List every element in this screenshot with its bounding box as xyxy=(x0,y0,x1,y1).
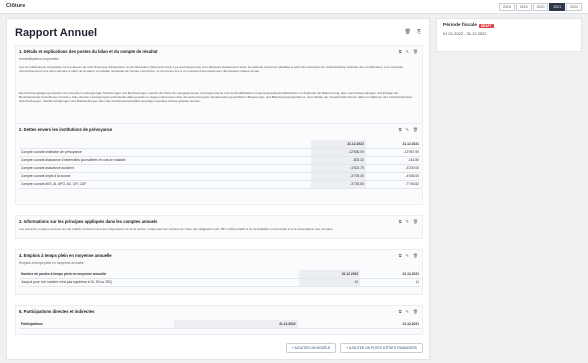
row-label: Compte courant assurance accident xyxy=(19,164,311,173)
add-financial-item-button[interactable]: + AJOUTER UN POSTE D'ÉTATS FINANCIERS xyxy=(340,343,423,353)
section-actions: ⧉ ✎ 🗑 xyxy=(399,49,418,54)
delete-icon[interactable]: 🗑 xyxy=(413,253,418,258)
section-actions: ⧉ ✎ 🗑 xyxy=(399,127,418,132)
copy-icon[interactable]: ⧉ xyxy=(399,309,402,314)
delete-icon[interactable]: 🗑 xyxy=(413,49,418,54)
fiscal-period-panel: Période fiscale DRAFT 01.01.2022 - 31.12… xyxy=(436,18,582,52)
edit-icon[interactable]: ✎ xyxy=(406,219,409,224)
section-paragraph: Les présents comptes annuels ont été éta… xyxy=(19,227,334,231)
add-model-button[interactable]: + AJOUTER UN MODÈLE xyxy=(285,343,337,353)
section-actions: ⧉ ✎ 🗑 xyxy=(399,219,418,224)
delete-icon[interactable]: 🗑 xyxy=(413,219,418,224)
section-4: 4. Emplois à temps plein en moyenne annu… xyxy=(15,249,423,295)
section-title: 4. Emplois à temps plein en moyenne annu… xyxy=(19,253,112,258)
table-row: Compte courant AVS, AI, APG, AC, CR, CAF… xyxy=(19,180,421,189)
section-title: 5. Participations directes et indirectes xyxy=(19,309,95,314)
year-tab-2018[interactable]: 2018 xyxy=(499,3,515,11)
row-value: -7'706.82 xyxy=(365,180,421,189)
section-paragraph: Die Rechnungslegung erfordert vom oberst… xyxy=(19,91,413,104)
row-value: -12'836.09 xyxy=(310,148,366,157)
delete-icon[interactable]: 🗑 xyxy=(413,309,418,314)
participations-table: Participations 31.12.2022 31.12.2021 xyxy=(19,320,421,329)
report-panel: Rapport Annuel 🗑 ⎘ 1. Détails et explica… xyxy=(6,18,430,360)
year-tab-2020[interactable]: 2020 xyxy=(532,3,549,11)
section-title: 1. Détails et explications des postes du… xyxy=(19,49,158,54)
row-value: -162.80 xyxy=(365,156,421,165)
table-header: 31.12.2022 xyxy=(299,270,361,279)
section-2: 2. Dettes envers les institutions de pré… xyxy=(15,123,423,205)
section-subtitle: Emplois à temps plein en moyenne annuell… xyxy=(19,261,84,265)
export-icon[interactable]: ⎘ xyxy=(417,29,421,35)
year-tab-2022[interactable]: 2022 xyxy=(566,3,582,11)
table-header: Nombre de postes à temps plein en moyenn… xyxy=(19,270,300,279)
row-label: Compte courant institution de prévoyance xyxy=(19,148,311,157)
status-badge: DRAFT xyxy=(478,23,494,28)
edit-icon[interactable]: ✎ xyxy=(406,49,409,54)
table-row: Compte courant impôt à la source -3'705.4… xyxy=(19,172,421,181)
app-title: Clôture xyxy=(6,3,26,9)
section-title: 2. Dettes envers les institutions de pré… xyxy=(19,127,113,132)
row-label: Compte courant impôt à la source xyxy=(19,172,311,181)
table-header-row: 31.12.2022 31.12.2021 xyxy=(19,140,421,149)
section-paragraph: Les immobilisations corporelles sont éva… xyxy=(19,65,403,74)
top-bar: Clôture 2018 2019 2020 2021 2022 xyxy=(0,0,588,14)
row-value: -12'957.90 xyxy=(365,148,421,157)
row-label: Compte courant AVS, AI, APG, AC, CR, CAF xyxy=(19,180,311,189)
copy-icon[interactable]: ⧉ xyxy=(399,219,402,224)
section-title: 3. Informations sur les principes appliq… xyxy=(19,219,158,224)
table-header: 31.12.2022 xyxy=(310,140,366,149)
table-header: Participations xyxy=(19,320,175,329)
table-header-row: Nombre de postes à temps plein en moyenn… xyxy=(19,270,421,279)
table-row: Compte courant institution de prévoyance… xyxy=(19,148,421,157)
edit-icon[interactable]: ✎ xyxy=(406,253,409,258)
pension-debts-table: 31.12.2022 31.12.2021 Compte courant ins… xyxy=(19,140,421,189)
copy-icon[interactable]: ⧉ xyxy=(399,49,402,54)
report-actions: 🗑 ⎘ xyxy=(405,29,421,35)
fte-table: Nombre de postes à temps plein en moyenn… xyxy=(19,270,421,287)
year-tab-2019[interactable]: 2019 xyxy=(515,3,532,11)
section-actions: ⧉ ✎ 🗑 xyxy=(399,253,418,258)
edit-icon[interactable]: ✎ xyxy=(406,309,409,314)
section-actions: ⧉ ✎ 🗑 xyxy=(399,309,418,314)
add-actions: + AJOUTER UN MODÈLE + AJOUTER UN POSTE D… xyxy=(285,343,423,353)
table-header xyxy=(19,140,311,149)
section-1: 1. Détails et explications des postes du… xyxy=(15,45,423,131)
delete-icon[interactable]: 🗑 xyxy=(405,29,411,35)
section-3: 3. Informations sur les principes appliq… xyxy=(15,215,423,239)
fiscal-period-range: 01.01.2022 - 31.12.2022 xyxy=(443,31,487,36)
copy-icon[interactable]: ⧉ xyxy=(399,253,402,258)
table-header: 31.12.2021 xyxy=(365,140,421,149)
row-value: -4'522.75 xyxy=(310,164,366,173)
edit-icon[interactable]: ✎ xyxy=(406,127,409,132)
row-label: Compte courant assurance d'indemnités jo… xyxy=(19,156,311,165)
row-value: -3'230.05 xyxy=(365,164,421,173)
row-value: -4'045.00 xyxy=(365,172,421,181)
table-row: Jusqu'à pour à le nombre n'est pas supér… xyxy=(19,278,421,287)
year-tab-2021[interactable]: 2021 xyxy=(549,3,566,11)
copy-icon[interactable]: ⧉ xyxy=(399,127,402,132)
table-row: Compte courant assurance d'indemnités jo… xyxy=(19,156,421,165)
row-label: Jusqu'à pour à le nombre n'est pas supér… xyxy=(19,278,300,287)
delete-icon[interactable]: 🗑 xyxy=(413,127,418,132)
row-value: -3'730.50 xyxy=(310,180,366,189)
year-selector: 2018 2019 2020 2021 2022 xyxy=(499,3,582,11)
page-title: Rapport Annuel xyxy=(15,27,98,39)
row-value: 10 xyxy=(299,278,361,287)
fiscal-period-heading: Période fiscale DRAFT xyxy=(443,23,575,28)
table-header: 31.12.2021 xyxy=(360,270,421,279)
row-value: -3'705.40 xyxy=(310,172,366,181)
fiscal-period-label: Période fiscale xyxy=(443,23,477,28)
table-header: 31.12.2021 xyxy=(297,320,421,329)
section-5: 5. Participations directes et indirectes… xyxy=(15,305,423,335)
table-row: Compte courant assurance accident -4'522.… xyxy=(19,164,421,173)
table-header: 31.12.2022 xyxy=(174,320,298,329)
table-header-row: Participations 31.12.2022 31.12.2021 xyxy=(19,320,421,329)
row-value: -803.33 xyxy=(310,156,366,165)
row-value: 11 xyxy=(360,278,421,287)
section-subtitle: Immobilisations corporelles xyxy=(19,57,59,61)
